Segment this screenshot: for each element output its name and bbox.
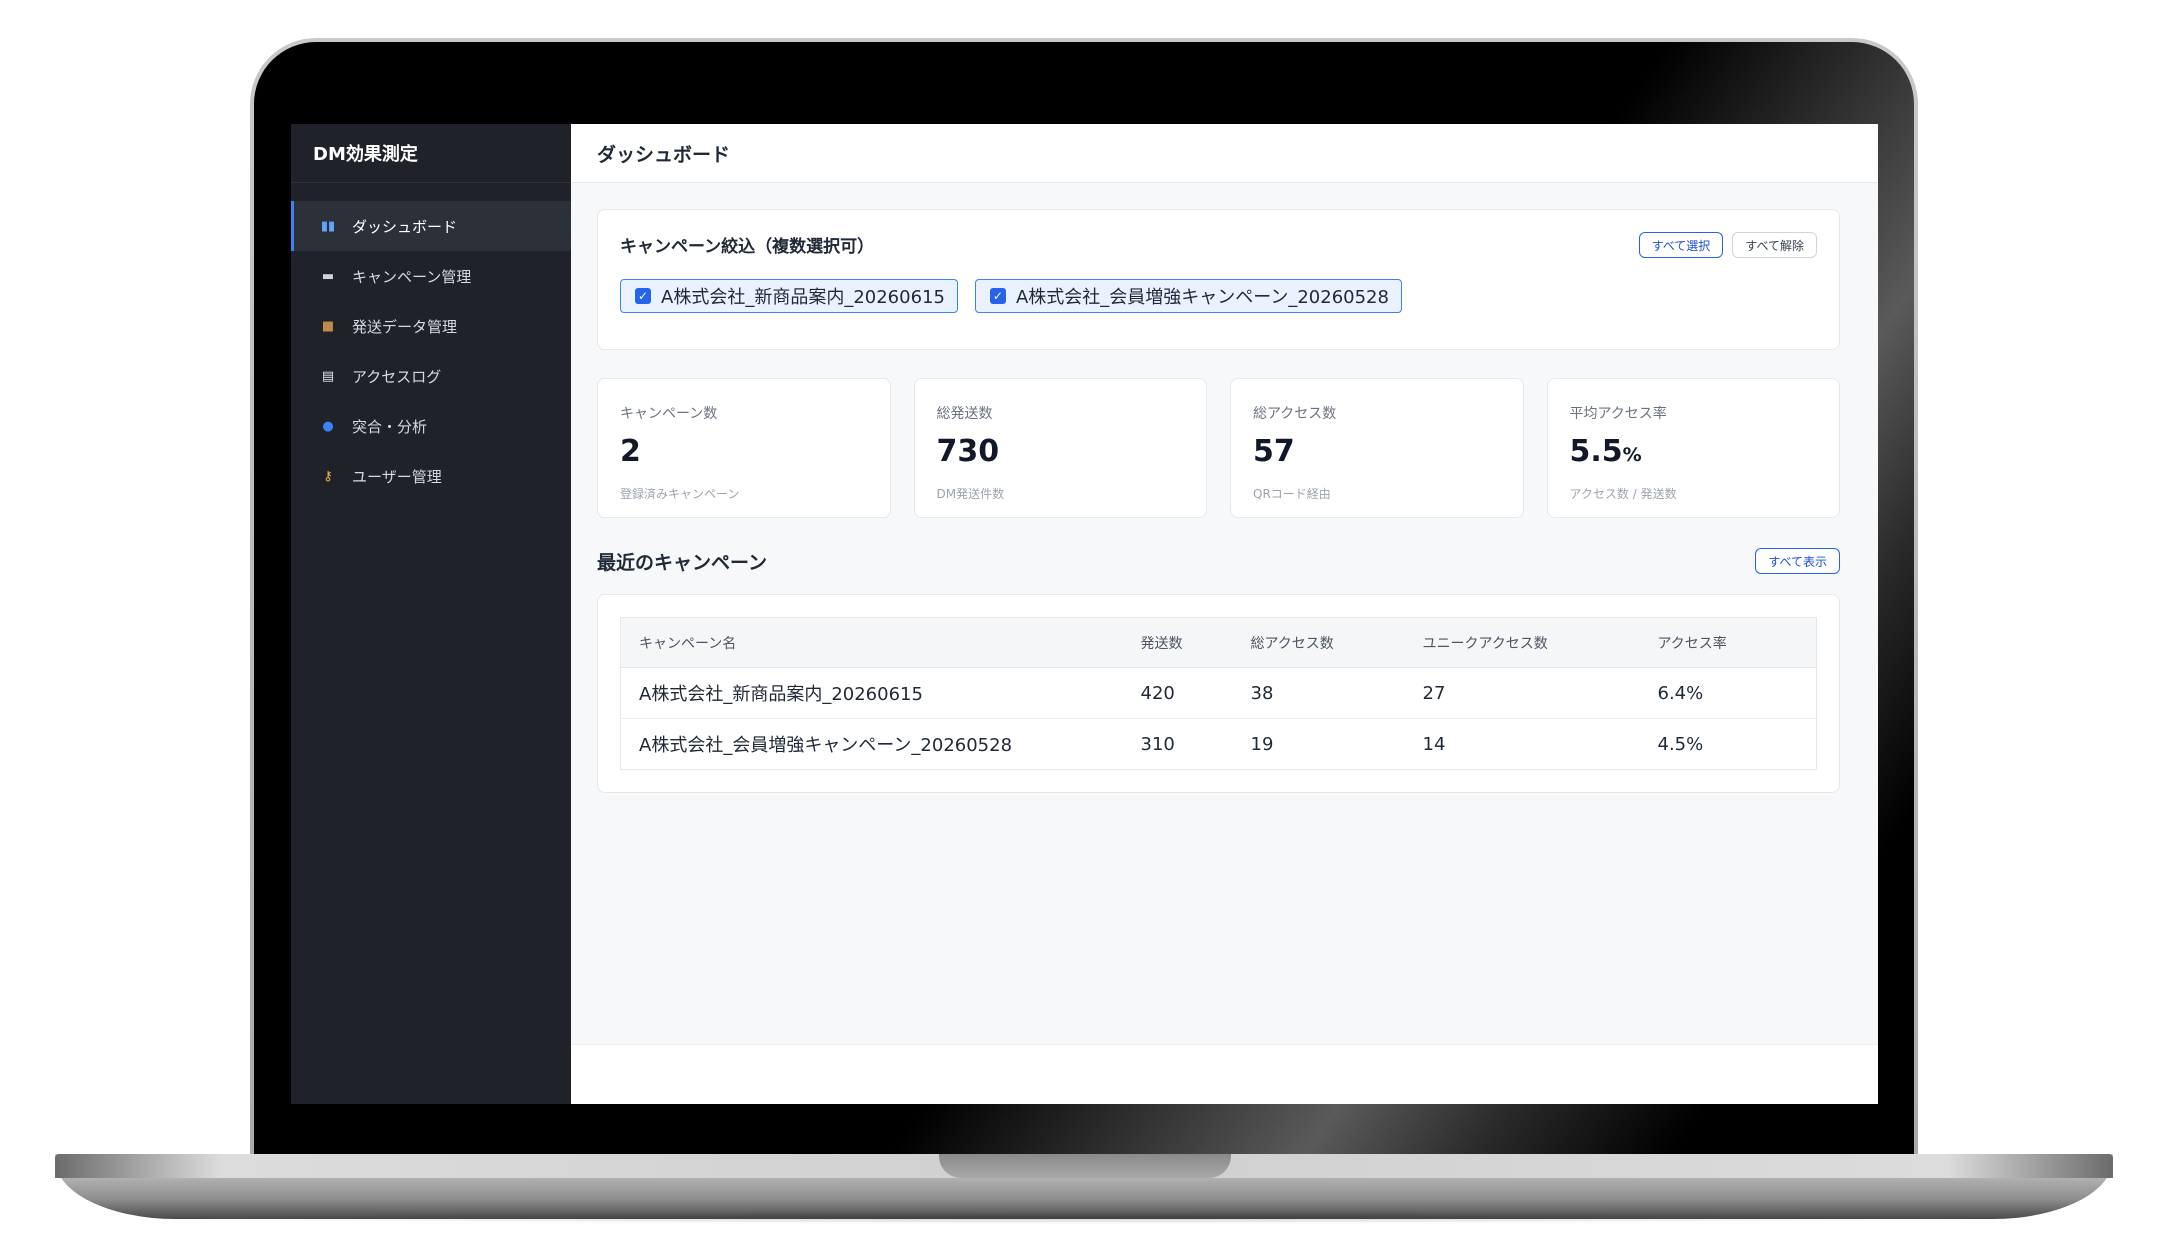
- cell-unique-access: 14: [1404, 718, 1640, 770]
- column-header-total-access: 総アクセス数: [1232, 617, 1405, 668]
- sidebar-item-label: 突合・分析: [352, 417, 428, 436]
- cell-total-access: 38: [1250, 682, 1274, 704]
- filter-actions: すべて選択 すべて解除: [1638, 232, 1817, 258]
- document-icon: ▤: [321, 368, 335, 384]
- cell-sent: 420: [1140, 682, 1175, 704]
- footer-area: [571, 1044, 1878, 1104]
- dashboard-content: キャンペーン絞込（複数選択可） すべて選択 すべて解除 ✓ A株式会社_新商品案…: [571, 183, 1878, 1044]
- stat-card-avg-access-rate: 平均アクセス率 5.5% アクセス数 / 発送数: [1546, 378, 1840, 518]
- package-icon: ■: [321, 318, 335, 334]
- sidebar-item-label: アクセスログ: [352, 367, 442, 386]
- select-all-button[interactable]: すべて選択: [1638, 232, 1724, 258]
- campaign-checkbox-label: A株式会社_新商品案内_20260615: [661, 287, 945, 308]
- sidebar-item-label: ダッシュボード: [352, 217, 458, 236]
- stat-value: 2: [620, 434, 641, 469]
- stat-caption: 登録済みキャンペーン: [620, 487, 740, 501]
- sidebar-item-shipping-data[interactable]: ■ 発送データ管理: [291, 301, 571, 351]
- campaign-checkbox-2[interactable]: ✓ A株式会社_会員増強キャンペーン_20260528: [974, 279, 1402, 313]
- key-icon: ⚷: [323, 468, 333, 484]
- table-row[interactable]: A株式会社_新商品案内_20260615 420 38 27 6.4%: [621, 668, 1817, 719]
- column-header-sent: 発送数: [1122, 617, 1233, 668]
- cell-unique-access: 27: [1422, 682, 1446, 704]
- sidebar: DM効果測定 ▮▮ ダッシュボード ▬ キャンペーン管理 ■ 発送データ管理 ▤…: [291, 124, 571, 1104]
- cell-campaign-name: A株式会社_新商品案内_20260615: [639, 684, 923, 705]
- stat-caption: アクセス数 / 発送数: [1569, 487, 1677, 501]
- app-screen: DM効果測定 ▮▮ ダッシュボード ▬ キャンペーン管理 ■ 発送データ管理 ▤…: [291, 124, 1878, 1104]
- stats-row: キャンペーン数 2 登録済みキャンペーン 総発送数 730 DM発送件数 総アク…: [597, 378, 1840, 518]
- stat-label: 総発送数: [936, 406, 993, 422]
- laptop-shadow: [120, 1212, 2048, 1224]
- stat-value: 5.5%: [1569, 434, 1642, 469]
- show-all-button[interactable]: すべて表示: [1755, 548, 1840, 574]
- stat-label: 平均アクセス率: [1569, 406, 1667, 422]
- table-row[interactable]: A株式会社_会員増強キャンペーン_20260528 310 19 14 4.5%: [620, 718, 1817, 770]
- stat-card-total-sent: 総発送数 730 DM発送件数: [913, 378, 1207, 518]
- recent-campaigns-table: キャンペーン名 発送数 総アクセス数 ユニークアクセス数 アクセス率 A株式会社…: [620, 617, 1817, 770]
- stat-card-campaign-count: キャンペーン数 2 登録済みキャンペーン: [597, 378, 891, 518]
- clear-all-button[interactable]: すべて解除: [1732, 232, 1817, 258]
- campaign-checkbox-1[interactable]: ✓ A株式会社_新商品案内_20260615: [620, 279, 958, 313]
- sidebar-item-label: キャンペーン管理: [352, 267, 472, 286]
- ticket-icon: ▬: [321, 268, 335, 284]
- campaign-checkbox-list: ✓ A株式会社_新商品案内_20260615 ✓ A株式会社_会員増強キャンペー…: [620, 279, 1817, 313]
- magnifier-icon: ●: [322, 418, 334, 434]
- bar-chart-icon: ▮▮: [320, 218, 336, 234]
- filter-title: キャンペーン絞込（複数選択可）: [620, 237, 875, 257]
- section-title: 最近のキャンペーン: [597, 551, 768, 574]
- sidebar-nav: ▮▮ ダッシュボード ▬ キャンペーン管理 ■ 発送データ管理 ▤ アクセスログ…: [291, 183, 571, 501]
- sidebar-item-users[interactable]: ⚷ ユーザー管理: [291, 451, 571, 501]
- sidebar-item-dashboard[interactable]: ▮▮ ダッシュボード: [291, 201, 571, 251]
- sidebar-item-campaigns[interactable]: ▬ キャンペーン管理: [291, 251, 571, 301]
- checkbox-checked-icon[interactable]: ✓: [635, 288, 651, 304]
- checkbox-checked-icon[interactable]: ✓: [989, 288, 1006, 304]
- stat-caption: DM発送件数: [936, 487, 1005, 501]
- recent-campaigns-header: 最近のキャンペーン すべて表示: [597, 548, 1840, 574]
- main-area: ダッシュボード キャンペーン絞込（複数選択可） すべて選択 すべて解除 ✓ A株…: [571, 124, 1878, 1104]
- stat-value: 730: [936, 434, 1000, 469]
- stat-label: キャンペーン数: [620, 406, 718, 422]
- cell-total-access: 19: [1232, 718, 1405, 770]
- cell-access-rate: 6.4%: [1657, 682, 1704, 704]
- campaign-filter-card: キャンペーン絞込（複数選択可） すべて選択 すべて解除 ✓ A株式会社_新商品案…: [597, 209, 1840, 350]
- column-header-access-rate: アクセス率: [1639, 617, 1817, 668]
- stat-card-total-access: 総アクセス数 57 QRコード経由: [1230, 378, 1524, 518]
- stat-caption: QRコード経由: [1253, 487, 1331, 501]
- sidebar-item-access-log[interactable]: ▤ アクセスログ: [291, 351, 571, 401]
- column-header-unique-access: ユニークアクセス数: [1404, 617, 1640, 668]
- sidebar-item-label: 発送データ管理: [352, 317, 458, 336]
- recent-campaigns-card: キャンペーン名 発送数 総アクセス数 ユニークアクセス数 アクセス率 A株式会社…: [597, 594, 1840, 793]
- app-brand: DM効果測定: [291, 124, 571, 183]
- laptop-notch: [939, 1154, 1231, 1178]
- cell-campaign-name: A株式会社_会員増強キャンペーン_20260528: [620, 718, 1123, 770]
- cell-access-rate: 4.5%: [1639, 718, 1817, 770]
- cell-sent: 310: [1122, 718, 1233, 770]
- column-header-name: キャンペーン名: [620, 617, 1123, 668]
- stat-value: 57: [1253, 434, 1295, 469]
- campaign-checkbox-label: A株式会社_会員増強キャンペーン_20260528: [1015, 287, 1389, 308]
- stat-label: 総アクセス数: [1253, 406, 1337, 422]
- table-header-row: キャンペーン名 発送数 総アクセス数 ユニークアクセス数 アクセス率: [620, 617, 1817, 668]
- sidebar-item-label: ユーザー管理: [352, 467, 442, 486]
- sidebar-item-analysis[interactable]: ● 突合・分析: [291, 401, 571, 451]
- page-title: ダッシュボード: [571, 124, 1878, 183]
